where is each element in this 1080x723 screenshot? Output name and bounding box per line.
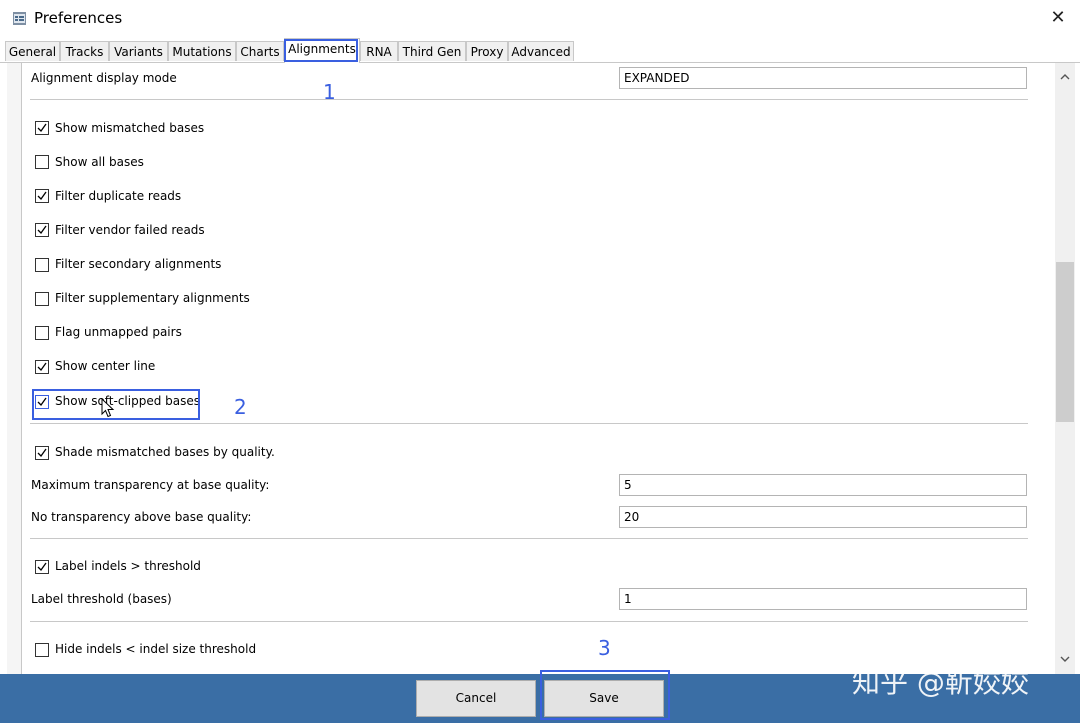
- annotation-number: 1: [323, 80, 336, 104]
- checkbox-label: Shade mismatched bases by quality.: [55, 445, 275, 459]
- checkbox-shade-mismatched[interactable]: [35, 446, 49, 460]
- divider: [30, 99, 1028, 100]
- close-icon[interactable]: ✕: [1049, 9, 1067, 27]
- window-title: Preferences: [34, 9, 123, 27]
- checkbox-label: Filter supplementary alignments: [55, 291, 250, 305]
- checkbox-label: Filter vendor failed reads: [55, 223, 205, 237]
- tab-rna[interactable]: RNA: [360, 41, 398, 61]
- tab-proxy[interactable]: Proxy: [466, 41, 508, 61]
- checkbox-filter-duplicate-reads[interactable]: [35, 189, 49, 203]
- checkbox-label-indels[interactable]: [35, 560, 49, 574]
- max-transparency-field[interactable]: 5: [619, 474, 1027, 496]
- chevron-up-icon[interactable]: [1055, 68, 1075, 86]
- tab-tracks[interactable]: Tracks: [60, 41, 109, 61]
- divider: [30, 621, 1028, 622]
- annotation-number: 2: [234, 395, 247, 419]
- alignments-panel: [0, 63, 1080, 674]
- checkbox-label: Show all bases: [55, 155, 144, 169]
- no-transparency-field[interactable]: 20: [619, 506, 1027, 528]
- checkbox-hide-indels[interactable]: [35, 643, 49, 657]
- tab-bar: General Tracks Variants Mutations Charts…: [0, 37, 1080, 63]
- save-button-highlight: [540, 670, 670, 720]
- checkbox-label: Show center line: [55, 359, 156, 373]
- tab-mutations[interactable]: Mutations: [168, 41, 236, 61]
- label-threshold-label: Label threshold (bases): [31, 592, 172, 606]
- checkbox-filter-supplementary-alignments[interactable]: [35, 292, 49, 306]
- panel-left-edge: [7, 63, 22, 674]
- tab-advanced[interactable]: Advanced: [508, 41, 574, 61]
- checkbox-show-all-bases[interactable]: [35, 155, 49, 169]
- watermark: 知乎 @靳姣姣: [852, 666, 1029, 699]
- checkbox-show-mismatched-bases[interactable]: [35, 121, 49, 135]
- checkbox-label: Filter duplicate reads: [55, 189, 182, 203]
- divider: [30, 538, 1028, 539]
- checkbox-label: Show mismatched bases: [55, 121, 205, 135]
- checkbox-label: Label indels > threshold: [55, 559, 201, 573]
- checkbox-filter-secondary-alignments[interactable]: [35, 258, 49, 272]
- alignment-display-mode-label: Alignment display mode: [31, 71, 177, 85]
- annotation-number: 3: [598, 636, 611, 660]
- checkbox-show-center-line[interactable]: [35, 360, 49, 374]
- scrollbar-thumb[interactable]: [1056, 262, 1074, 422]
- cancel-button[interactable]: Cancel: [416, 680, 536, 717]
- chevron-down-icon[interactable]: [1055, 650, 1075, 668]
- alignment-display-mode-field[interactable]: EXPANDED: [619, 67, 1027, 89]
- tab-third-gen[interactable]: Third Gen: [398, 41, 466, 61]
- checkbox-label: Filter secondary alignments: [55, 257, 222, 271]
- no-transparency-label: No transparency above base quality:: [31, 510, 252, 524]
- divider: [30, 423, 1028, 424]
- checkbox-label: Hide indels < indel size threshold: [55, 642, 257, 656]
- label-threshold-field[interactable]: 1: [619, 588, 1027, 610]
- preferences-app-icon: [13, 12, 26, 25]
- alignments-tab-highlight: [284, 39, 358, 62]
- tab-charts[interactable]: Charts: [236, 41, 284, 61]
- checkbox-flag-unmapped-pairs[interactable]: [35, 326, 49, 340]
- mouse-pointer-icon: [101, 397, 115, 421]
- max-transparency-label: Maximum transparency at base quality:: [31, 478, 270, 492]
- tab-general[interactable]: General: [5, 41, 60, 61]
- checkbox-filter-vendor-failed-reads[interactable]: [35, 223, 49, 237]
- title-bar: Preferences ✕: [0, 0, 1080, 37]
- checkbox-label: Flag unmapped pairs: [55, 325, 182, 339]
- tab-variants[interactable]: Variants: [109, 41, 168, 61]
- soft-clipped-highlight: [32, 389, 200, 420]
